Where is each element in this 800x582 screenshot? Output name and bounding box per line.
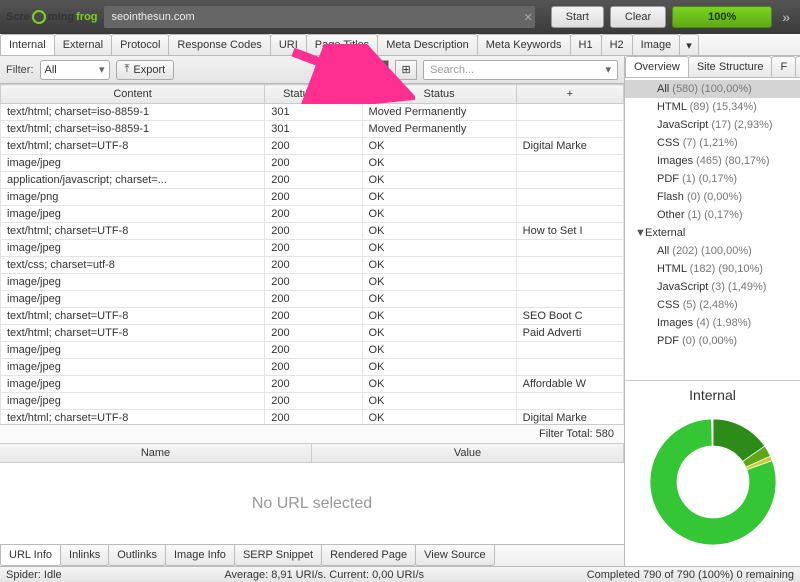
table-row[interactable]: text/html; charset=UTF-8200OKDigital Mar… xyxy=(1,410,624,425)
col-status[interactable]: Status xyxy=(362,85,516,104)
filter-toolbar: Filter: All ⤒Export ☰ ⊞ Search... xyxy=(0,56,624,84)
detail-col-value: Value xyxy=(312,444,624,462)
overview-item-all[interactable]: All (580) (100,00%) xyxy=(625,80,800,98)
table-row[interactable]: image/jpeg200OK xyxy=(1,342,624,359)
side-tabs: OverviewSite StructureF▾ xyxy=(625,56,800,78)
overview-item-pdf[interactable]: PDF (1) (0,17%) xyxy=(625,170,800,188)
clear-button[interactable]: Clear xyxy=(610,6,666,28)
crawl-speed: Average: 8,91 URI/s. Current: 0,00 URI/s xyxy=(62,569,587,581)
tree-view-icon[interactable]: ⊞ xyxy=(395,60,417,80)
table-row[interactable]: text/css; charset=utf-8200OK xyxy=(1,257,624,274)
spider-status: Spider: Idle xyxy=(6,569,62,581)
table-row[interactable]: application/javascript; charset=...200OK xyxy=(1,172,624,189)
tab-external[interactable]: External xyxy=(54,34,112,55)
table-row[interactable]: text/html; charset=iso-8859-1301Moved Pe… xyxy=(1,104,624,121)
table-row[interactable]: image/jpeg200OK xyxy=(1,206,624,223)
tab-h2[interactable]: H2 xyxy=(601,34,633,55)
export-button[interactable]: ⤒Export xyxy=(116,60,175,80)
col-status-code[interactable]: Status Code xyxy=(265,85,362,104)
clear-url-icon[interactable]: ✕ xyxy=(519,11,536,24)
progress-bar: 100% xyxy=(672,6,772,28)
table-row[interactable]: text/html; charset=iso-8859-1301Moved Pe… xyxy=(1,121,624,138)
table-row[interactable]: image/jpeg200OK xyxy=(1,359,624,376)
tab-response-codes[interactable]: Response Codes xyxy=(168,34,270,55)
table-row[interactable]: image/jpeg200OK xyxy=(1,291,624,308)
results-table[interactable]: ContentStatus CodeStatus+text/html; char… xyxy=(0,84,624,424)
overview-item-html[interactable]: HTML (89) (15,34%) xyxy=(625,98,800,116)
table-row[interactable]: text/html; charset=UTF-8200OKDigital Mar… xyxy=(1,138,624,155)
tab-uri[interactable]: URI xyxy=(270,34,307,55)
table-row[interactable]: image/jpeg200OK xyxy=(1,155,624,172)
main-tabs: InternalExternalProtocolResponse CodesUR… xyxy=(0,34,800,56)
overview-item-images[interactable]: Images (4) (1,98%) xyxy=(625,314,800,332)
table-row[interactable]: image/jpeg200OKAffordable W xyxy=(1,376,624,393)
bottom-tab-inlinks[interactable]: Inlinks xyxy=(60,545,109,566)
list-view-icon[interactable]: ☰ xyxy=(367,60,389,80)
donut-panel: Internal xyxy=(625,380,800,566)
donut-title: Internal xyxy=(631,387,794,403)
tab-image[interactable]: Image xyxy=(632,34,681,55)
table-row[interactable]: text/html; charset=UTF-8200OKSEO Boot C xyxy=(1,308,624,325)
top-bar: Scremingfrog ✕ Start Clear 100% » xyxy=(0,0,800,34)
tab-internal[interactable]: Internal xyxy=(0,34,55,55)
filter-total: Filter Total: 580 xyxy=(0,424,624,443)
overview-item-css[interactable]: CSS (5) (2,48%) xyxy=(625,296,800,314)
overview-item-flash[interactable]: Flash (0) (0,00%) xyxy=(625,188,800,206)
bottom-tab-serp-snippet[interactable]: SERP Snippet xyxy=(234,545,322,566)
col-content[interactable]: Content xyxy=(1,85,265,104)
side-tab-overview[interactable]: Overview xyxy=(625,56,689,77)
filter-label: Filter: xyxy=(6,64,34,76)
tabs-more-icon[interactable]: ▾ xyxy=(679,34,699,55)
url-input[interactable] xyxy=(104,6,536,28)
crawl-progress: Completed 790 of 790 (100%) 0 remaining xyxy=(587,569,794,581)
bottom-tab-outlinks[interactable]: Outlinks xyxy=(108,545,166,566)
bottom-tabs: URL InfoInlinksOutlinksImage InfoSERP Sn… xyxy=(0,544,624,566)
donut-chart xyxy=(638,407,788,557)
search-input[interactable]: Search... xyxy=(423,60,618,80)
table-row[interactable]: image/jpeg200OK xyxy=(1,240,624,257)
detail-body: No URL selected xyxy=(0,463,624,544)
tab-protocol[interactable]: Protocol xyxy=(111,34,169,55)
tab-page-titles[interactable]: Page Titles xyxy=(306,34,378,55)
tab-meta-keywords[interactable]: Meta Keywords xyxy=(477,34,571,55)
tab-meta-description[interactable]: Meta Description xyxy=(377,34,478,55)
chevron-right-icon[interactable]: » xyxy=(778,9,794,25)
overview-list[interactable]: All (580) (100,00%)HTML (89) (15,34%)Jav… xyxy=(625,78,800,380)
overview-item-external[interactable]: ▼ External xyxy=(625,224,800,242)
table-row[interactable]: image/jpeg200OK xyxy=(1,274,624,291)
bottom-tab-image-info[interactable]: Image Info xyxy=(165,545,235,566)
table-row[interactable]: image/png200OK xyxy=(1,189,624,206)
donut-slice-other xyxy=(712,419,713,446)
side-tab-f[interactable]: F xyxy=(771,56,796,77)
overview-item-other[interactable]: Other (1) (0,17%) xyxy=(625,206,800,224)
overview-item-all[interactable]: All (202) (100,00%) xyxy=(625,242,800,260)
upload-icon: ⤒ xyxy=(125,63,130,76)
bottom-tab-rendered-page[interactable]: Rendered Page xyxy=(321,545,416,566)
table-row[interactable]: image/jpeg200OK xyxy=(1,393,624,410)
overview-item-css[interactable]: CSS (7) (1,21%) xyxy=(625,134,800,152)
overview-item-javascript[interactable]: JavaScript (3) (1,49%) xyxy=(625,278,800,296)
bottom-tab-view-source[interactable]: View Source xyxy=(415,545,495,566)
app-logo: Scremingfrog xyxy=(6,10,98,24)
side-tab-site-structure[interactable]: Site Structure xyxy=(688,56,773,77)
side-tabs-more-icon[interactable]: ▾ xyxy=(795,56,800,77)
overview-item-html[interactable]: HTML (182) (90,10%) xyxy=(625,260,800,278)
detail-header: Name Value xyxy=(0,443,624,463)
status-bar: Spider: Idle Average: 8,91 URI/s. Curren… xyxy=(0,566,800,582)
bottom-tab-url-info[interactable]: URL Info xyxy=(0,545,61,566)
table-row[interactable]: text/html; charset=UTF-8200OKHow to Set … xyxy=(1,223,624,240)
overview-item-pdf[interactable]: PDF (0) (0,00%) xyxy=(625,332,800,350)
col-add[interactable]: + xyxy=(516,85,623,104)
tab-h1[interactable]: H1 xyxy=(570,34,602,55)
start-button[interactable]: Start xyxy=(551,6,604,28)
overview-item-images[interactable]: Images (465) (80,17%) xyxy=(625,152,800,170)
overview-item-javascript[interactable]: JavaScript (17) (2,93%) xyxy=(625,116,800,134)
filter-select[interactable]: All xyxy=(40,60,110,80)
detail-col-name: Name xyxy=(0,444,312,462)
frog-icon xyxy=(32,10,46,24)
table-row[interactable]: text/html; charset=UTF-8200OKPaid Advert… xyxy=(1,325,624,342)
